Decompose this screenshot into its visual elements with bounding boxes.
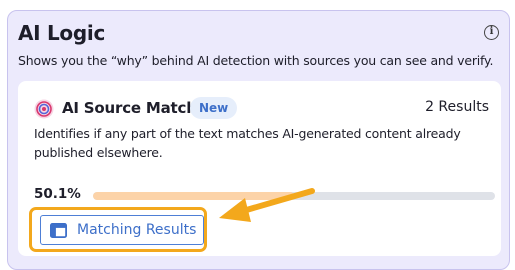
info-icon[interactable]: i: [484, 25, 499, 40]
matching-results-label: Matching Results: [77, 222, 197, 238]
ai-logic-panel: AI Logic i Shows you the “why” behind AI…: [7, 10, 510, 270]
matching-results-button[interactable]: Matching Results: [40, 215, 204, 245]
panel-subtitle: Shows you the “why” behind AI detection …: [18, 53, 494, 68]
card-description: Identifies if any part of the text match…: [34, 126, 461, 160]
target-swirl-icon: [34, 99, 54, 119]
new-badge: New: [190, 97, 238, 119]
card-title: AI Source Match: [62, 99, 197, 117]
match-percent: 50.1%: [34, 186, 81, 202]
window-icon: [50, 222, 67, 238]
panel-title: AI Logic: [18, 21, 105, 45]
pointer-arrow-icon: [219, 188, 315, 222]
results-count: 2 Results: [425, 99, 489, 115]
